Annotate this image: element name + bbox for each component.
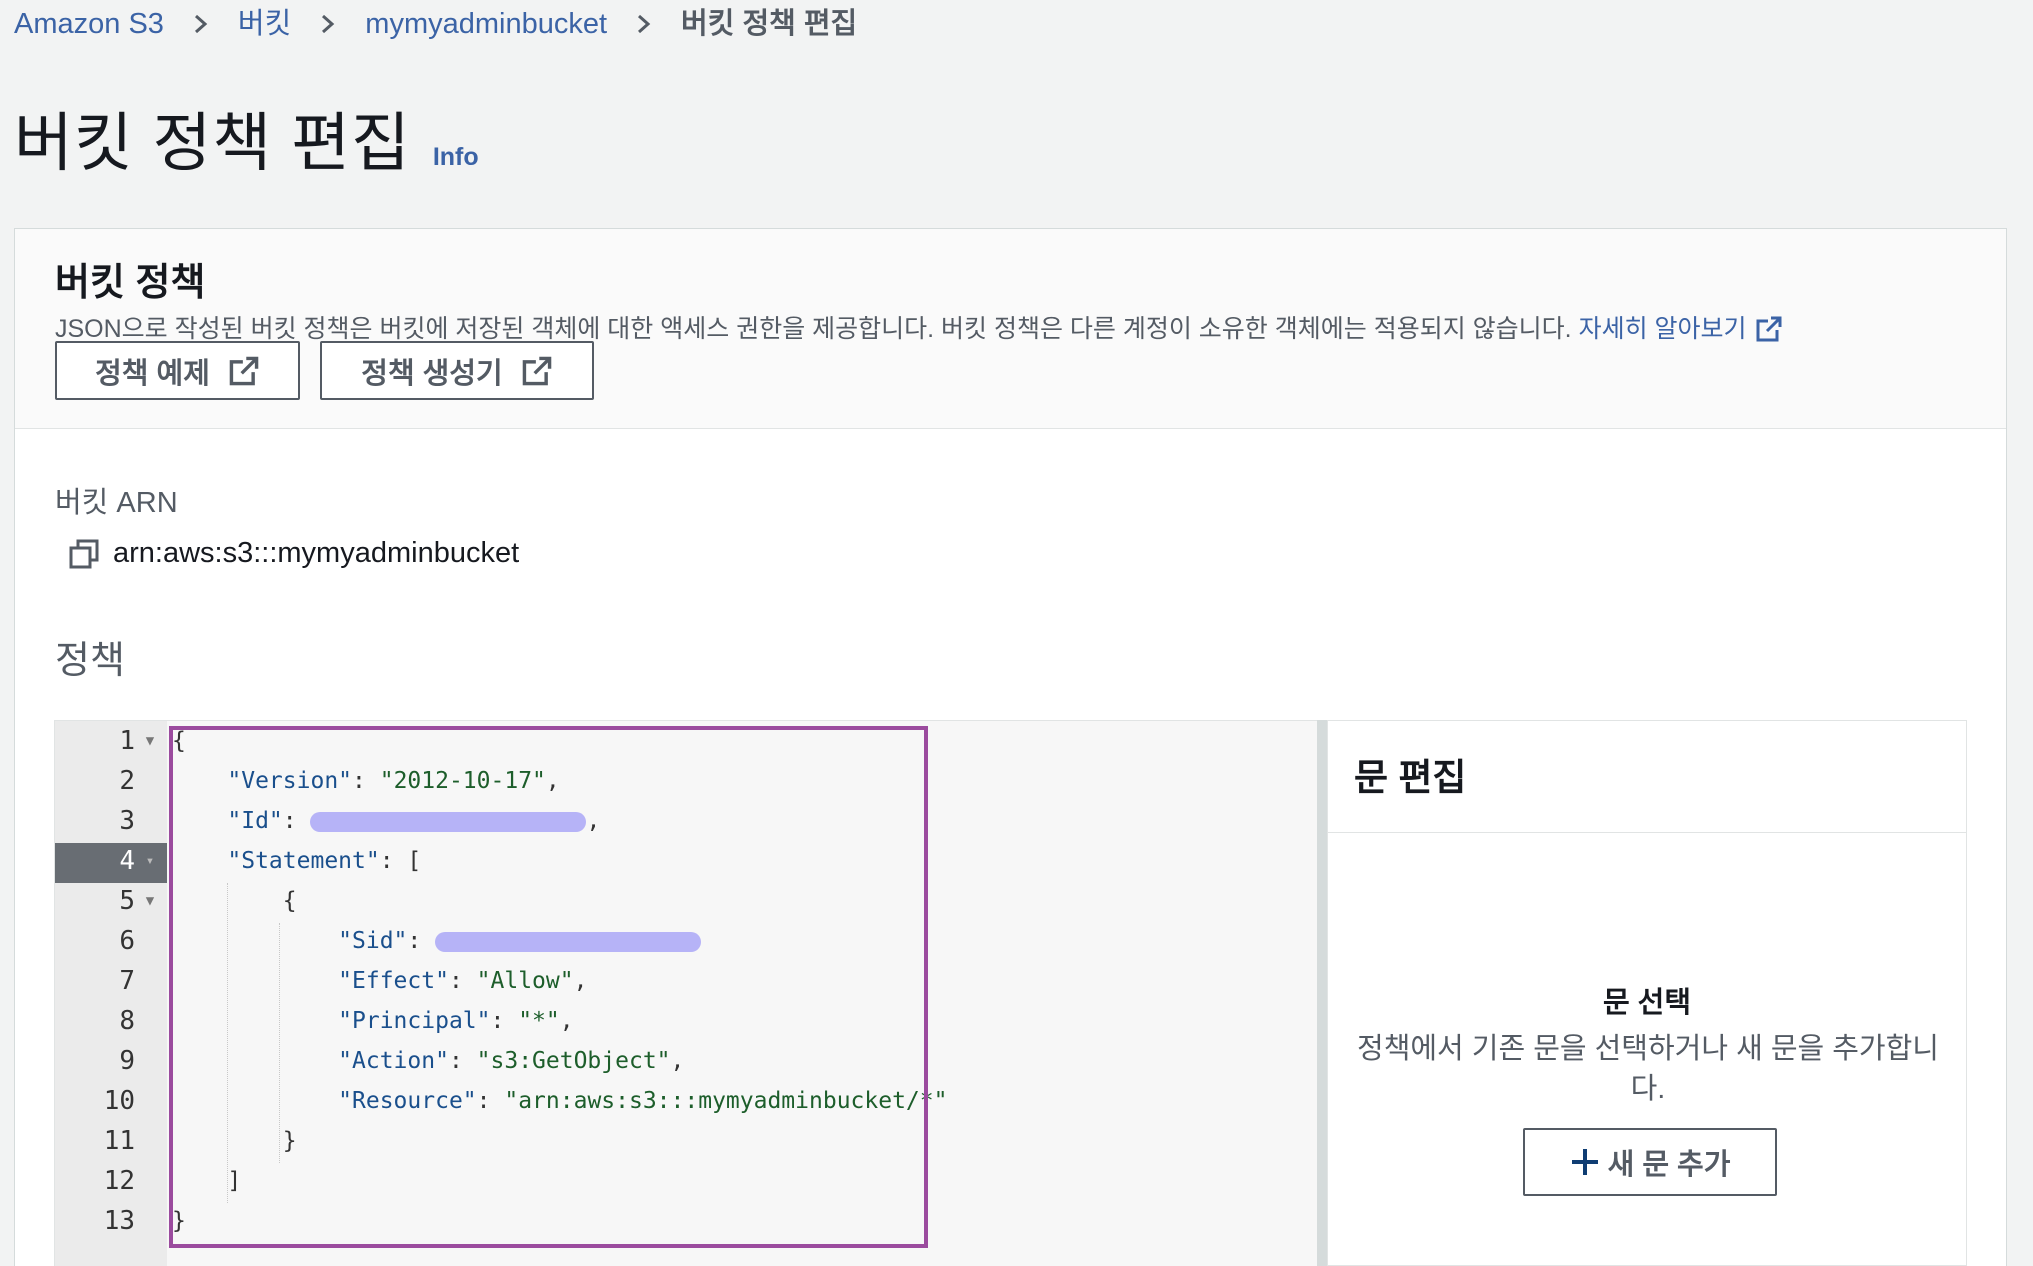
policy-label: 정책: [55, 640, 125, 682]
page-title: 버킷 정책 편집: [14, 107, 411, 179]
add-statement-button[interactable]: 새 문 추가: [1523, 1128, 1777, 1196]
line-number: 12: [103, 1166, 135, 1196]
breadcrumb-current: 버킷 정책 편집: [681, 8, 858, 40]
statement-editor-panel: 문 편집 문 선택 정책에서 기존 문을 선택하거나 새 문을 추가합니다. 새…: [1327, 720, 1967, 1266]
line-number: 13: [103, 1206, 135, 1236]
line-number: 2: [119, 766, 135, 796]
bucket-arn-label: 버킷 ARN: [55, 487, 178, 519]
breadcrumb-buckets[interactable]: 버킷: [238, 6, 291, 42]
line-number: 10: [103, 1086, 135, 1116]
line-number: 5: [119, 886, 135, 916]
chevron-right-icon: [633, 14, 653, 34]
section-description: JSON으로 작성된 버킷 정책은 버킷에 저장된 객체에 대한 액세스 권한을…: [55, 309, 1783, 345]
breadcrumb: Amazon S3 버킷 mymyadminbucket 버킷 정책 편집: [14, 6, 857, 42]
line-number: 11: [103, 1126, 135, 1156]
fold-caret-icon[interactable]: ▾: [135, 853, 165, 869]
line-number: 9: [119, 1046, 135, 1076]
fold-caret-icon[interactable]: ▼: [135, 893, 165, 909]
line-number: 3: [119, 806, 135, 836]
breadcrumb-amazon-s3[interactable]: Amazon S3: [14, 6, 164, 42]
learn-more-link[interactable]: 자세히 알아보기: [1579, 315, 1783, 343]
line-number: 6: [119, 926, 135, 956]
page-header: 버킷 정책 편집 Info: [14, 92, 479, 184]
breadcrumb-bucket-name[interactable]: mymyadminbucket: [365, 6, 607, 42]
bucket-arn-row: arn:aws:s3:::mymyadminbucket: [69, 537, 519, 570]
copy-icon[interactable]: [69, 539, 99, 569]
highlight-annotation: [169, 726, 928, 1248]
line-number: 4: [119, 846, 135, 876]
line-number: 7: [119, 966, 135, 996]
statement-empty-title: 문 선택: [1602, 987, 1692, 1019]
external-link-icon: [522, 355, 552, 385]
button-row: 정책 예제 정책 생성기: [55, 341, 594, 400]
external-link-icon: [1756, 316, 1782, 342]
chevron-right-icon: [190, 14, 210, 34]
policy-examples-label: 정책 예제: [95, 357, 210, 390]
statement-empty-description: 정책에서 기존 문을 선택하거나 새 문을 추가합니다.: [1357, 1033, 1939, 1105]
policy-generator-button[interactable]: 정책 생성기: [320, 341, 594, 400]
info-link[interactable]: Info: [433, 143, 479, 172]
statement-panel-title: 문 편집: [1354, 757, 1467, 798]
add-statement-label: 새 문 추가: [1607, 1149, 1731, 1181]
plus-icon: [1571, 1149, 1598, 1175]
section-title: 버킷 정책: [55, 262, 206, 304]
description-text: JSON으로 작성된 버킷 정책은 버킷에 저장된 객체에 대한 액세스 권한을…: [55, 315, 1572, 343]
line-number: 8: [119, 1006, 135, 1036]
policy-examples-button[interactable]: 정책 예제: [55, 341, 300, 400]
fold-caret-icon[interactable]: ▼: [135, 733, 165, 749]
policy-generator-label: 정책 생성기: [361, 357, 503, 390]
statement-panel-header: 문 편집: [1328, 721, 1966, 833]
chevron-right-icon: [317, 14, 337, 34]
bucket-arn-value: arn:aws:s3:::mymyadminbucket: [113, 537, 520, 569]
container-header: 버킷 정책 JSON으로 작성된 버킷 정책은 버킷에 저장된 객체에 대한 액…: [15, 229, 2006, 429]
external-link-icon: [229, 355, 259, 385]
panel-splitter[interactable]: [1317, 720, 1327, 1266]
line-number: 1: [119, 726, 135, 756]
